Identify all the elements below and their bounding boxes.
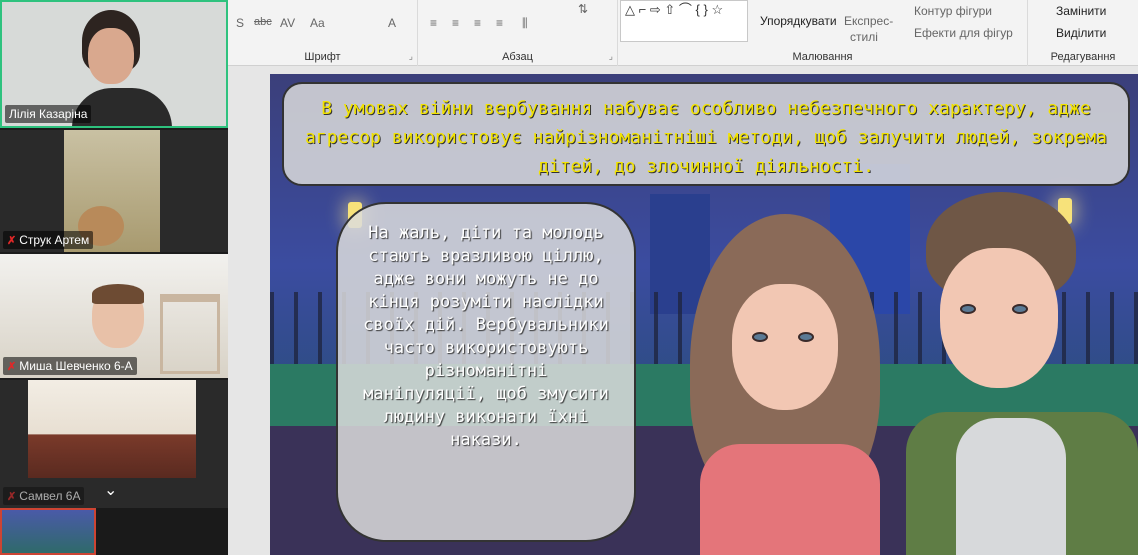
- slide-title-box[interactable]: В умовах війни вербування набуває особли…: [282, 82, 1130, 186]
- brace-left-icon[interactable]: {: [696, 2, 700, 17]
- columns-icon[interactable]: ⫼: [522, 16, 528, 31]
- slide-body-text: На жаль, діти та молодь стають вразливою…: [363, 223, 609, 450]
- participant-name: Миша Шевченко 6-А: [19, 359, 133, 373]
- participant-strip: Лілія Казаріна ✗ Струк Артем ✗ Миша Шевч…: [0, 0, 228, 508]
- participant-name-tag: ✗ Самвел 6А: [3, 487, 85, 505]
- change-case-button[interactable]: Aa: [310, 16, 325, 30]
- editing-group-label: Редагування: [1050, 51, 1116, 63]
- girl-illustration: [690, 214, 890, 555]
- drawing-group-label: Малювання: [792, 51, 853, 63]
- curve-icon[interactable]: ⌒: [679, 2, 692, 17]
- slide-thumbnail[interactable]: [0, 508, 96, 555]
- arrange-button[interactable]: Упорядкувати: [760, 14, 837, 28]
- participant-name: Лілія Казаріна: [9, 107, 88, 121]
- boy-illustration: [906, 192, 1138, 555]
- ribbon-toolbar: S abc AV Aa A Шрифт ⌟ ≡ ≡ ≡ ≡ ⫼ ⇅ Абзац …: [228, 0, 1138, 66]
- quick-styles-button-line2[interactable]: стилі: [850, 30, 878, 44]
- participant-tile[interactable]: Лілія Казаріна: [0, 0, 228, 128]
- drawing-group: △ ⌐ ⇨ ⇧ ⌒ { } ☆ Упорядкувати Експрес- ст…: [618, 0, 1028, 66]
- participant-tile[interactable]: ✗ Самвел 6А ⌄: [0, 380, 228, 508]
- align-right-icon[interactable]: ≡: [474, 16, 481, 30]
- connector-icon[interactable]: ⌐: [639, 2, 647, 17]
- font-group: S abc AV Aa A Шрифт ⌟: [228, 0, 418, 66]
- chevron-down-icon[interactable]: ⌄: [104, 480, 117, 500]
- arrow-up-icon[interactable]: ⇧: [664, 2, 675, 17]
- slide-title: В умовах війни вербування набуває особли…: [305, 98, 1107, 177]
- participant-name-tag: ✗ Струк Артем: [3, 231, 94, 249]
- paragraph-group-label: Абзац: [502, 51, 533, 63]
- align-center-icon[interactable]: ≡: [452, 16, 459, 30]
- align-left-icon[interactable]: ≡: [430, 16, 437, 30]
- participant-name: Струк Артем: [19, 233, 90, 247]
- quick-styles-button[interactable]: Експрес-: [844, 14, 893, 28]
- slide-text-box[interactable]: На жаль, діти та молодь стають вразливою…: [336, 202, 636, 542]
- participant-tile[interactable]: ✗ Струк Артем: [0, 130, 228, 252]
- shape-effects-button[interactable]: Ефекти для фігур: [914, 26, 1013, 40]
- star-icon[interactable]: ☆: [711, 2, 723, 17]
- select-button[interactable]: Виділити: [1056, 26, 1106, 40]
- text-direction-icon[interactable]: ⇅: [578, 2, 588, 16]
- editing-group: Замінити Виділити Редагування: [1028, 0, 1138, 66]
- justify-icon[interactable]: ≡: [496, 16, 503, 30]
- shadow-button[interactable]: S: [236, 16, 244, 30]
- font-dialog-launcher-icon[interactable]: ⌟: [409, 51, 413, 62]
- strikethrough-button[interactable]: abc: [254, 16, 272, 28]
- mic-muted-icon: ✗: [7, 234, 17, 247]
- participant-name: Самвел 6А: [19, 489, 81, 503]
- paragraph-group: ≡ ≡ ≡ ≡ ⫼ ⇅ Абзац ⌟: [418, 0, 618, 66]
- arrow-right-icon[interactable]: ⇨: [650, 2, 661, 17]
- participant-name-tag: ✗ Миша Шевченко 6-А: [3, 357, 137, 375]
- triangle-icon[interactable]: △: [625, 2, 635, 17]
- participant-name-tag: Лілія Казаріна: [5, 105, 92, 123]
- shapes-gallery[interactable]: △ ⌐ ⇨ ⇧ ⌒ { } ☆: [620, 0, 748, 42]
- paragraph-dialog-launcher-icon[interactable]: ⌟: [609, 51, 613, 62]
- shape-outline-button[interactable]: Контур фігури: [914, 4, 992, 18]
- slide-editor: В умовах війни вербування набуває особли…: [228, 66, 1138, 555]
- font-color-button[interactable]: A: [388, 16, 396, 30]
- participant-video: [28, 380, 196, 478]
- mic-muted-icon: ✗: [7, 490, 17, 503]
- replace-button[interactable]: Замінити: [1056, 4, 1106, 18]
- mic-muted-icon: ✗: [7, 360, 17, 373]
- char-spacing-button[interactable]: AV: [280, 16, 295, 30]
- brace-right-icon[interactable]: }: [704, 2, 708, 17]
- font-group-label: Шрифт: [304, 51, 341, 63]
- slide-canvas[interactable]: В умовах війни вербування набуває особли…: [270, 74, 1138, 555]
- participant-tile[interactable]: ✗ Миша Шевченко 6-А: [0, 254, 228, 378]
